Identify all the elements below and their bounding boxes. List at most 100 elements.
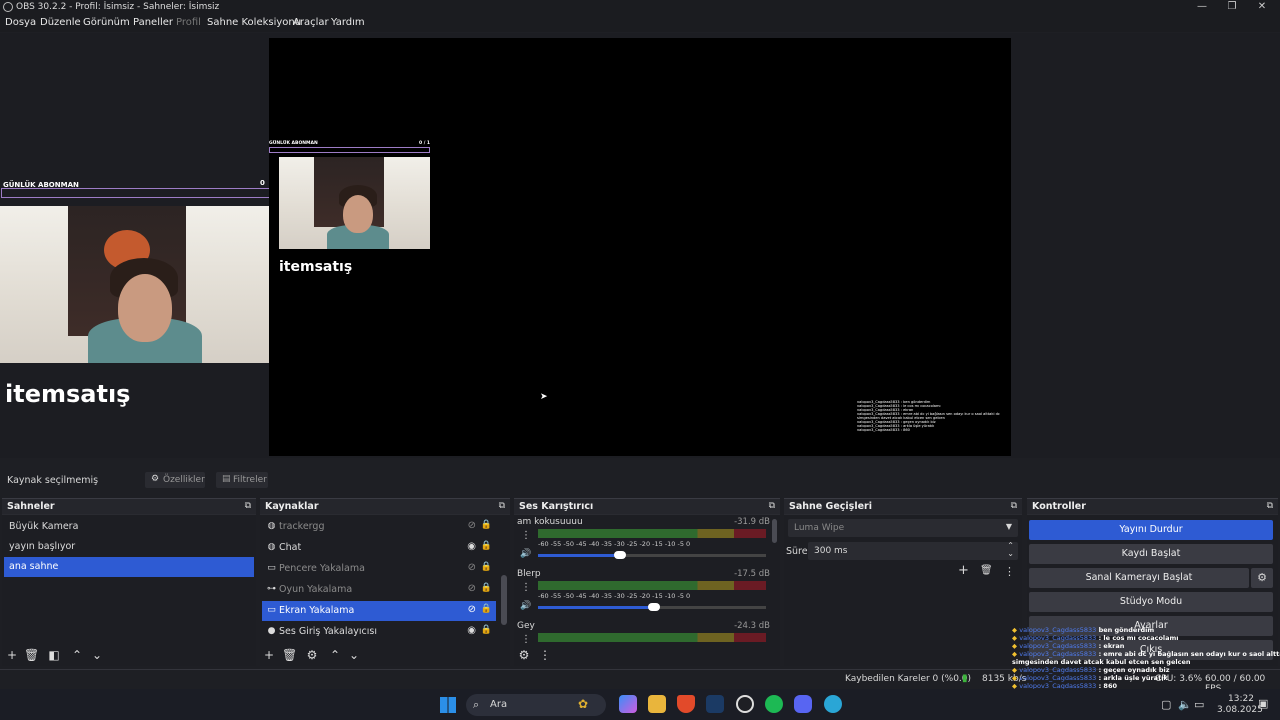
menu-gorunum[interactable]: Görünüm <box>83 17 130 28</box>
channel-name: am kokusuuuu <box>517 517 583 527</box>
mixer-channel: Gey -24.3 dB ⋮ <box>516 621 770 647</box>
transition-menu-icon[interactable]: ⋮ <box>1004 565 1015 578</box>
discord-icon[interactable] <box>794 695 812 713</box>
start-virtual-camera-button[interactable]: Sanal Kamerayı Başlat <box>1029 568 1249 588</box>
speaker-icon[interactable]: 🔊 <box>520 549 531 559</box>
volume-icon[interactable]: 🔈 <box>1178 698 1192 711</box>
source-item[interactable]: ⊶ Oyun Yakalama ⊘ 🔒 <box>262 580 496 600</box>
maximize-button[interactable]: ❐ <box>1216 0 1248 15</box>
program-canvas[interactable]: GÜNLÜK ABONMAN 0 / 1 itemsatış valopov3_… <box>269 38 1011 456</box>
delete-source-icon[interactable]: 🗑 <box>282 648 297 662</box>
menu-yardim[interactable]: Yardım <box>331 17 365 28</box>
clock-date[interactable]: 3.08.2025 <box>1217 705 1263 715</box>
lock-icon[interactable]: 🔒 <box>481 604 492 614</box>
tray-icon[interactable]: ▢ <box>1161 698 1171 711</box>
taskbar-search[interactable]: ⌕ Ara ✿ <box>466 694 606 716</box>
hidden-eye-icon[interactable]: ⊘ <box>468 562 476 573</box>
delete-scene-icon[interactable]: 🗑 <box>24 648 39 662</box>
source-item[interactable]: ◍ trackergg ⊘ 🔒 <box>262 517 496 537</box>
studio-mode-button[interactable]: Stüdyo Modu <box>1029 592 1273 612</box>
lock-icon[interactable]: 🔒 <box>481 625 492 635</box>
menu-araclar[interactable]: Araçlar <box>293 17 329 28</box>
mixer-menu-icon[interactable]: ⋮ <box>538 648 552 662</box>
undock-icon[interactable]: ⧉ <box>1011 501 1017 511</box>
notification-icon[interactable]: ▣ <box>1258 697 1268 710</box>
menu-dosya[interactable]: Dosya <box>5 17 36 28</box>
scene-item[interactable]: Büyük Kamera <box>4 517 254 537</box>
more-icon[interactable]: ⋮ <box>521 634 531 645</box>
minimize-button[interactable]: — <box>1186 0 1218 15</box>
channel-db: -31.9 dB <box>734 517 770 527</box>
lock-icon[interactable]: 🔒 <box>481 583 492 593</box>
stop-streaming-button[interactable]: Yayını Durdur <box>1029 520 1273 540</box>
source-item[interactable]: ▭ Pencere Yakalama ⊘ 🔒 <box>262 559 496 579</box>
lock-icon[interactable]: 🔒 <box>481 541 492 551</box>
lock-icon[interactable]: 🔒 <box>481 562 492 572</box>
sources-list: ◍ trackergg ⊘ 🔒 ◍ Chat ◉ 🔒 ▭ Pencere Yak… <box>260 515 510 666</box>
undock-icon[interactable]: ⧉ <box>499 501 505 511</box>
hidden-eye-icon[interactable]: ⊘ <box>468 583 476 594</box>
left-abon-count: 0 <box>260 179 265 187</box>
virtual-camera-settings-icon[interactable]: ⚙ <box>1251 568 1273 588</box>
add-source-icon[interactable]: + <box>262 648 276 662</box>
canvas-brand-logo: itemsatış <box>279 259 353 275</box>
sources-scrollbar[interactable] <box>501 575 507 625</box>
source-item-selected[interactable]: ▭ Ekran Yakalama ⊘ 🔒 <box>262 601 496 621</box>
eye-icon[interactable]: ⊘ <box>468 604 476 615</box>
mixer-scrollbar[interactable] <box>772 519 777 543</box>
delete-transition-icon[interactable]: 🗑 <box>980 565 993 576</box>
source-item[interactable]: ◍ Chat ◉ 🔒 <box>262 538 496 558</box>
speaker-icon[interactable]: 🔊 <box>520 601 531 611</box>
eye-icon[interactable]: ◉ <box>467 625 476 636</box>
scene-item-selected[interactable]: ana sahne <box>4 557 254 577</box>
properties-button[interactable]: ⚙ Özellikler <box>145 472 205 488</box>
undock-icon[interactable]: ⧉ <box>1267 501 1273 511</box>
scene-item[interactable]: yayın başlıyor <box>4 537 254 557</box>
volume-slider[interactable] <box>538 551 766 559</box>
source-properties-icon[interactable]: ⚙ <box>305 648 319 662</box>
add-scene-icon[interactable]: + <box>5 648 19 662</box>
mixer-settings-icon[interactable]: ⚙ <box>517 648 531 662</box>
duration-input[interactable]: 300 ms ⌃ ⌄ <box>808 541 1018 560</box>
add-transition-icon[interactable]: + <box>958 563 969 578</box>
transition-select[interactable]: Luma Wipe ▼ <box>788 519 1018 537</box>
steam-icon[interactable] <box>706 695 724 713</box>
move-up-icon[interactable]: ⌃ <box>70 648 84 662</box>
brave-browser-icon[interactable] <box>677 695 695 713</box>
volume-slider[interactable] <box>538 603 766 611</box>
hidden-eye-icon[interactable]: ⊘ <box>468 520 476 531</box>
undock-icon[interactable]: ⧉ <box>245 501 251 511</box>
overlay-chat-line: ◆ valopov3_Cagdass5833 ben gönderdim <box>1012 626 1155 634</box>
more-icon[interactable]: ⋮ <box>521 530 531 541</box>
window-capture-icon: ▭ <box>267 563 276 573</box>
menu-paneller[interactable]: Paneller <box>133 17 173 28</box>
channel-db: -24.3 dB <box>734 621 770 631</box>
move-down-icon[interactable]: ⌄ <box>90 648 104 662</box>
move-up-icon[interactable]: ⌃ <box>328 648 342 662</box>
copilot-icon[interactable] <box>619 695 637 713</box>
obs-taskbar-icon[interactable] <box>736 695 754 713</box>
app-icon[interactable] <box>824 695 842 713</box>
clock-time[interactable]: 13:22 <box>1228 694 1254 704</box>
battery-icon[interactable]: ▭ <box>1194 698 1204 711</box>
lock-icon[interactable]: 🔒 <box>481 520 492 530</box>
file-explorer-icon[interactable] <box>648 695 666 713</box>
eye-icon[interactable]: ◉ <box>467 541 476 552</box>
more-icon[interactable]: ⋮ <box>521 582 531 593</box>
close-button[interactable]: ✕ <box>1246 0 1278 15</box>
start-recording-button[interactable]: Kaydı Başlat <box>1029 544 1273 564</box>
menu-profil[interactable]: Profil <box>176 17 201 28</box>
move-down-icon[interactable]: ⌄ <box>347 648 361 662</box>
spotify-icon[interactable] <box>765 695 783 713</box>
source-toolbar: Kaynak seçilmemiş ⚙ Özellikler ▤ Filtrel… <box>0 470 1280 490</box>
filter-scene-icon[interactable]: ◧ <box>47 648 61 662</box>
spin-down-icon[interactable]: ⌄ <box>1007 549 1014 558</box>
windows-start-icon[interactable] <box>440 697 456 713</box>
overlay-chat-line: ◆ valopov3_Cagdass5833 : ekran <box>1012 642 1125 650</box>
filters-button[interactable]: ▤ Filtreler <box>216 472 268 488</box>
menu-sahne-koleksiyonu[interactable]: Sahne Koleksiyonu <box>207 17 301 28</box>
volume-meter <box>538 529 766 538</box>
undock-icon[interactable]: ⧉ <box>769 501 775 511</box>
menu-duzenle[interactable]: Düzenle <box>40 17 81 28</box>
source-item[interactable]: ● Ses Giriş Yakalayıcısı ◉ 🔒 <box>262 622 496 642</box>
